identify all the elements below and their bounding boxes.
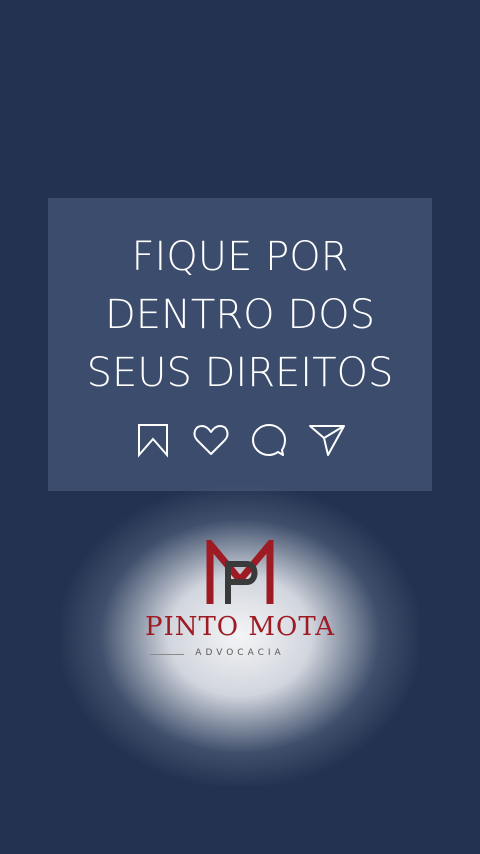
headline-line-2: DENTRO DOS bbox=[104, 292, 376, 338]
logo-mark bbox=[206, 540, 274, 604]
headline-line-3: SEUS DIREITOS bbox=[86, 350, 394, 396]
brand-name: PINTO MOTA bbox=[144, 612, 336, 642]
headline-line-1: FIQUE POR bbox=[131, 234, 349, 280]
action-bar bbox=[48, 422, 432, 458]
headline: FIQUE POR DENTRO DOS SEUS DIREITOS bbox=[48, 228, 432, 402]
bookmark-icon[interactable] bbox=[133, 422, 173, 458]
comment-icon[interactable] bbox=[249, 422, 289, 458]
heart-icon[interactable] bbox=[191, 422, 231, 458]
post-card: FIQUE POR DENTRO DOS SEUS DIREITOS bbox=[48, 198, 432, 491]
share-icon[interactable] bbox=[307, 422, 347, 458]
brand-subtitle: ADVOCACIA bbox=[195, 648, 285, 658]
